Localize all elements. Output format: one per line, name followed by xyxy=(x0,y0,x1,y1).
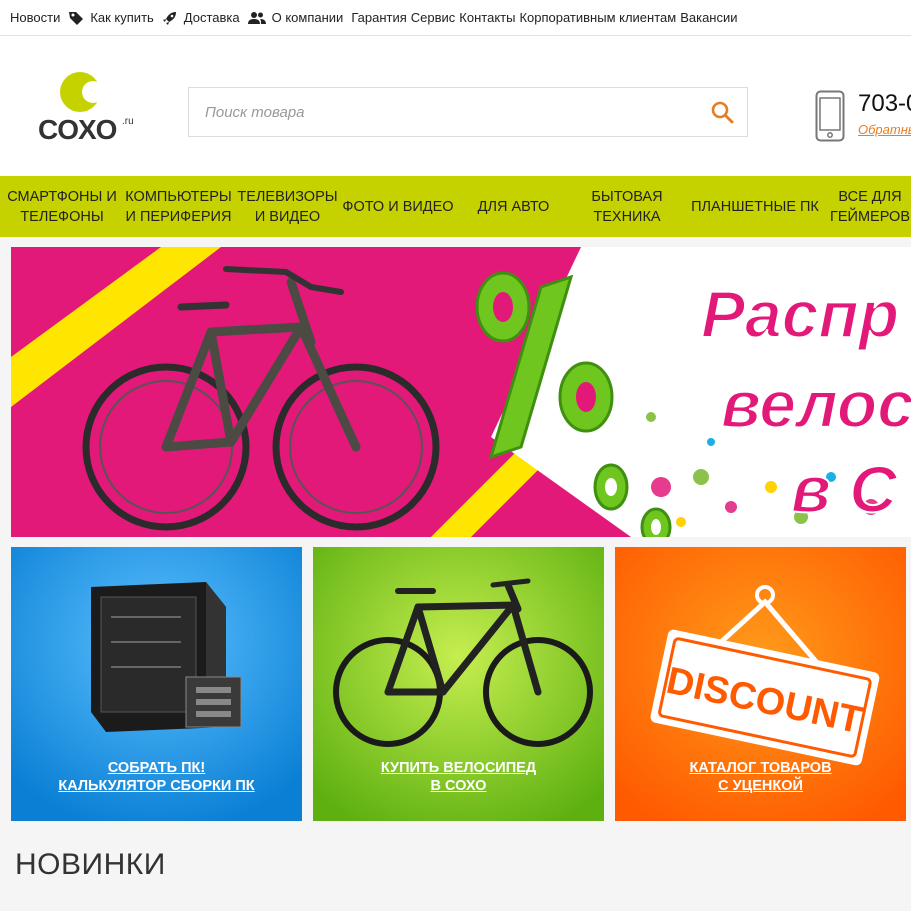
banner-line3: в С xyxy=(791,452,898,526)
nav-item-smartphones[interactable]: СМАРТФОНЫ И ТЕЛЕФОНЫ xyxy=(0,176,124,237)
tile-pc-line1: СОБРАТЬ ПК! xyxy=(107,760,206,776)
tile-pc-builder[interactable]: СОБРАТЬ ПК! КАЛЬКУЛЯТОР СБОРКИ ПК xyxy=(11,547,302,821)
tag-icon xyxy=(69,11,84,25)
promo-banner[interactable]: Распр велос в С xyxy=(11,247,911,537)
nav-item-tablets[interactable]: ПЛАНШЕТНЫЕ ПК xyxy=(681,176,829,237)
site-logo[interactable]: COXO .ru xyxy=(38,72,138,145)
topbar-link-warranty[interactable]: Гарантия xyxy=(351,10,406,25)
topbar-link-corporate[interactable]: Корпоративным клиентам xyxy=(519,10,676,25)
nav-item-tv[interactable]: ТЕЛЕВИЗОРЫ И ВИДЕО xyxy=(233,176,342,237)
tile-pc-line2: КАЛЬКУЛЯТОР СБОРКИ ПК xyxy=(58,778,255,794)
search-button[interactable] xyxy=(697,88,747,136)
topbar-link-news[interactable]: Новости xyxy=(10,10,60,25)
tile-pc-builder-caption: СОБРАТЬ ПК! КАЛЬКУЛЯТОР СБОРКИ ПК xyxy=(11,759,302,795)
tile-discount-catalog[interactable]: DISCOUNT КАТАЛОГ ТОВАРОВ С УЦЕНКОЙ xyxy=(615,547,906,821)
tile-discount-caption: КАТАЛОГ ТОВАРОВ С УЦЕНКОЙ xyxy=(615,759,906,795)
tile-bicycle-caption: КУПИТЬ ВЕЛОСИПЕД В СОХО xyxy=(313,759,604,795)
section-title-new: НОВИНКИ xyxy=(15,848,166,881)
banner-art: Распр велос в С xyxy=(11,247,911,537)
logo-suffix: .ru xyxy=(122,116,134,127)
logo-mark xyxy=(60,72,104,112)
tile-discount-line2: С УЦЕНКОЙ xyxy=(718,778,803,794)
tile-buy-bicycle[interactable]: КУПИТЬ ВЕЛОСИПЕД В СОХО xyxy=(313,547,604,821)
rocket-icon xyxy=(162,11,176,25)
nav-item-auto[interactable]: ДЛЯ АВТО xyxy=(454,176,573,237)
nav-item-computers[interactable]: КОМПЬЮТЕРЫ И ПЕРИФЕРИЯ xyxy=(124,176,233,237)
category-nav: СМАРТФОНЫ И ТЕЛЕФОНЫ КОМПЬЮТЕРЫ И ПЕРИФЕ… xyxy=(0,176,911,237)
banner-line1: Распр xyxy=(701,277,899,351)
top-bar: Новости Как купить Доставка О компании Г… xyxy=(0,0,911,36)
tile-bicycle-line2: В СОХО xyxy=(430,778,487,794)
banner-line2: велос xyxy=(721,367,911,441)
topbar-link-contacts[interactable]: Контакты xyxy=(459,10,515,25)
nav-item-photo[interactable]: ФОТО И ВИДЕО xyxy=(342,176,454,237)
search-input[interactable]: Поиск товара xyxy=(189,104,697,121)
phone-icon xyxy=(815,90,845,142)
tile-bicycle-line1: КУПИТЬ ВЕЛОСИПЕД xyxy=(380,760,537,776)
topbar-link-how-to-buy[interactable]: Как купить xyxy=(68,10,154,26)
logo-text: COXO xyxy=(38,114,117,145)
phone-number[interactable]: 703-0 xyxy=(858,90,911,118)
topbar-link-about[interactable]: О компании xyxy=(247,10,343,25)
topbar-link-service[interactable]: Сервис xyxy=(411,10,456,25)
users-icon xyxy=(247,11,266,24)
topbar-link-vacancies[interactable]: Вакансии xyxy=(680,10,737,25)
topbar-link-delivery[interactable]: Доставка xyxy=(162,10,240,26)
tile-discount-line1: КАТАЛОГ ТОВАРОВ xyxy=(689,760,832,776)
nav-item-appliances[interactable]: БЫТОВАЯ ТЕХНИКА xyxy=(573,176,681,237)
search-icon xyxy=(711,101,734,124)
callback-link[interactable]: Обратный xyxy=(858,122,911,137)
nav-item-gamers[interactable]: ВСЕ ДЛЯ ГЕЙМЕРОВ xyxy=(829,176,911,237)
promo-tiles: СОБРАТЬ ПК! КАЛЬКУЛЯТОР СБОРКИ ПК КУПИТЬ… xyxy=(11,547,911,821)
search-box: Поиск товара xyxy=(188,87,748,137)
header: COXO .ru Поиск товара 703-0 Обратный xyxy=(0,36,911,176)
